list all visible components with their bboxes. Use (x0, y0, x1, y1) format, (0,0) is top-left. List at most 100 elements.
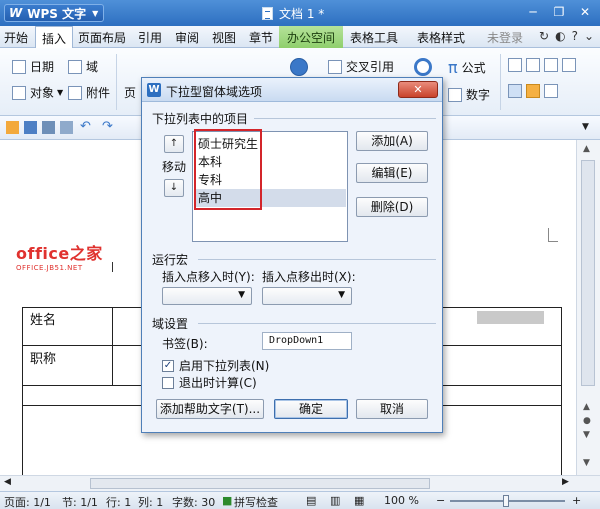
menu-page-layout[interactable]: 页面布局 (78, 29, 126, 46)
cell-name[interactable]: 姓名 (30, 309, 56, 328)
text-cursor (112, 262, 113, 272)
scroll-thumb[interactable] (90, 478, 430, 489)
vertical-scrollbar[interactable]: ▲ ▲ ● ▼ ▼ (576, 140, 600, 475)
document-icon (262, 7, 273, 20)
form-textbox-icon[interactable] (508, 58, 522, 72)
minimize-icon[interactable]: ─ (522, 3, 544, 21)
page-up-icon[interactable]: ▲ (583, 402, 590, 412)
dialog-title-bar[interactable]: W 下拉型窗体域选项 ✕ (142, 78, 442, 102)
highlight-annotation (194, 129, 262, 210)
dropdown-form-field-dialog: W 下拉型窗体域选项 ✕ 下拉列表中的项目 ↑ 移动 ↓ 硕士研究生 本科 专科… (141, 77, 443, 433)
eraser-icon[interactable] (526, 84, 540, 98)
menu-office-space[interactable]: 办公空间 (279, 26, 344, 48)
edit-item-button[interactable]: 编辑(E) (356, 163, 428, 183)
view-outline-icon[interactable]: ▦ (354, 494, 364, 507)
horizontal-scrollbar[interactable]: ◀ ▶ (0, 475, 600, 491)
zoom-out-icon[interactable]: − (436, 494, 445, 507)
search-button[interactable] (414, 58, 436, 76)
menu-references[interactable]: 引用 (138, 29, 162, 46)
scroll-down-icon[interactable]: ▼ (583, 458, 590, 468)
checkbox-checked[interactable]: ✓ (162, 359, 174, 372)
chevron-down-icon[interactable]: ⌄ (584, 29, 594, 43)
entry-macro-select[interactable]: ▼ (162, 287, 252, 305)
add-item-button[interactable]: 添加(A) (356, 131, 428, 151)
arrow-up-icon: ↑ (169, 138, 179, 149)
exit-macro-select[interactable]: ▼ (262, 287, 352, 305)
form-field-placeholder[interactable] (477, 311, 544, 324)
close-window-icon[interactable]: ✕ (574, 3, 596, 21)
status-page: 页面: 1/1 (4, 496, 51, 509)
status-spellcheck[interactable]: 拼写检查 (234, 494, 278, 509)
menu-table-style[interactable]: 表格样式 (417, 29, 465, 46)
menu-home[interactable]: 开始 (4, 29, 28, 46)
form-more-icon[interactable] (562, 58, 576, 72)
menu-review[interactable]: 审阅 (175, 29, 199, 46)
calc-on-exit-checkbox[interactable]: 退出时计算(C) (162, 374, 257, 391)
enable-dropdown-checkbox[interactable]: ✓ 启用下拉列表(N) (162, 357, 269, 374)
zoom-in-icon[interactable]: + (572, 494, 581, 507)
table-border (112, 307, 113, 385)
zoom-slider-thumb[interactable] (503, 495, 509, 507)
menu-view[interactable]: 视图 (212, 29, 236, 46)
chevron-down-icon[interactable]: ▼ (582, 122, 595, 135)
scroll-up-icon[interactable]: ▲ (583, 144, 590, 154)
redo-icon[interactable]: ↷ (102, 119, 115, 134)
skin-icon[interactable]: ◐ (555, 29, 565, 43)
delete-item-button[interactable]: 删除(D) (356, 197, 428, 217)
cancel-button[interactable]: 取消 (356, 399, 428, 419)
undo-icon[interactable]: ↶ (80, 119, 93, 134)
checkbox-unchecked[interactable] (162, 376, 174, 389)
menu-section[interactable]: 章节 (249, 29, 273, 46)
scroll-thumb[interactable] (581, 160, 595, 386)
globe-button[interactable] (290, 58, 312, 76)
group-divider (198, 259, 436, 260)
formula-button[interactable]: π 公式 (448, 58, 486, 77)
select-browse-icon[interactable]: ● (583, 416, 591, 426)
form-tools-row-2 (508, 84, 562, 98)
form-checkbox-icon[interactable] (526, 58, 540, 72)
menu-table-tools[interactable]: 表格工具 (350, 29, 398, 46)
restore-icon[interactable]: ❐ (548, 3, 570, 21)
scroll-left-icon[interactable]: ◀ (4, 477, 11, 487)
cross-reference-button[interactable]: 交叉引用 (328, 58, 394, 75)
cell-title[interactable]: 职称 (30, 348, 56, 367)
print-icon[interactable] (42, 121, 55, 134)
search-icon (414, 58, 432, 76)
chevron-down-icon: ▼ (338, 290, 345, 300)
open-folder-icon[interactable] (6, 121, 19, 134)
close-icon[interactable]: ✕ (398, 81, 438, 98)
add-help-text-button[interactable]: 添加帮助文字(T)... (156, 399, 264, 419)
login-status[interactable]: 未登录 (487, 29, 523, 46)
field-label: 域 (86, 60, 99, 74)
move-down-button[interactable]: ↓ (164, 179, 184, 197)
enable-dropdown-label: 启用下拉列表(N) (179, 359, 270, 373)
view-web-icon[interactable]: ▥ (330, 494, 340, 507)
insert-field-button[interactable]: 域 (68, 58, 98, 75)
wps-logo-icon: W (9, 6, 23, 20)
arrow-down-icon: ↓ (169, 182, 179, 193)
help-icon[interactable]: ? (572, 29, 578, 43)
save-icon[interactable] (24, 121, 37, 134)
number-button[interactable]: 数字 (448, 86, 490, 103)
bookmark-input[interactable]: DropDown1 (262, 332, 352, 350)
form-shading-icon[interactable] (508, 84, 522, 98)
app-menu-button[interactable]: W WPS 文字 ▼ (4, 4, 104, 22)
page-button[interactable]: 页 (124, 84, 136, 101)
attachment-label: 附件 (86, 86, 111, 100)
refresh-icon[interactable]: ↻ (539, 29, 549, 43)
insert-attachment-button[interactable]: 附件 (68, 84, 110, 101)
insert-object-button[interactable]: 对象 ▼ (12, 84, 63, 101)
page-down-icon[interactable]: ▼ (583, 430, 590, 440)
form-dropdown-icon[interactable] (544, 58, 558, 72)
scroll-right-icon[interactable]: ▶ (562, 477, 569, 487)
menu-insert[interactable]: 插入 (35, 26, 74, 49)
insert-date-button[interactable]: 日期 (12, 58, 54, 75)
preview-icon[interactable] (60, 121, 73, 134)
page-label: 页 (124, 86, 137, 100)
view-page-icon[interactable]: ▤ (306, 494, 316, 507)
object-icon (12, 85, 26, 100)
ok-button[interactable]: 确定 (274, 399, 348, 419)
list-group-label: 下拉列表中的项目 (152, 112, 249, 126)
lock-icon[interactable] (544, 84, 558, 98)
move-up-button[interactable]: ↑ (164, 135, 184, 153)
